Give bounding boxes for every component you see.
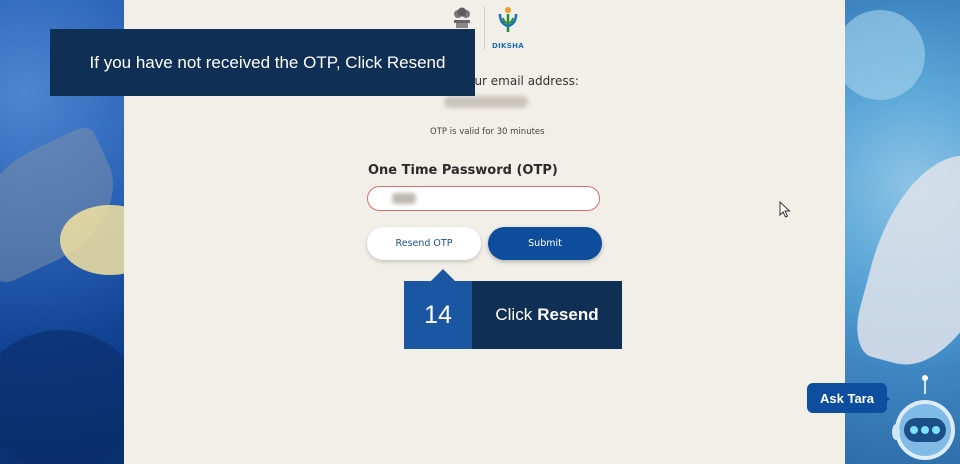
leaf-decoration (848, 138, 960, 382)
ask-tara-button[interactable]: Ask Tara (807, 383, 887, 413)
tutorial-step-callout: 14 Click Resend (404, 281, 622, 349)
diksha-logo-text: DIKSHA (492, 42, 524, 50)
step-instruction: Click Resend (472, 281, 622, 349)
otp-input[interactable] (367, 186, 600, 211)
step-prefix: Click (495, 305, 533, 324)
diksha-logo-icon (498, 7, 518, 32)
step-number: 14 (404, 281, 472, 349)
resend-otp-button[interactable]: Resend OTP (367, 227, 481, 260)
tutorial-tip-banner: If you have not received the OTP, Click … (50, 29, 475, 96)
leaf-decoration (0, 330, 124, 464)
leaf-decoration (845, 10, 925, 100)
masked-otp-value (392, 193, 416, 204)
ask-tara-tail (882, 393, 890, 405)
otp-label: One Time Password (OTP) (368, 163, 558, 178)
step-action: Resend (537, 305, 599, 324)
logo-divider (484, 6, 485, 50)
tara-robot-icon[interactable] (890, 372, 960, 464)
submit-button[interactable]: Submit (488, 227, 602, 260)
national-emblem-icon (454, 7, 470, 28)
otp-validity-note: OTP is valid for 30 minutes (430, 127, 545, 137)
masked-email (444, 96, 528, 108)
mouse-cursor-icon (779, 201, 791, 218)
email-prompt: your email address: (460, 74, 579, 88)
